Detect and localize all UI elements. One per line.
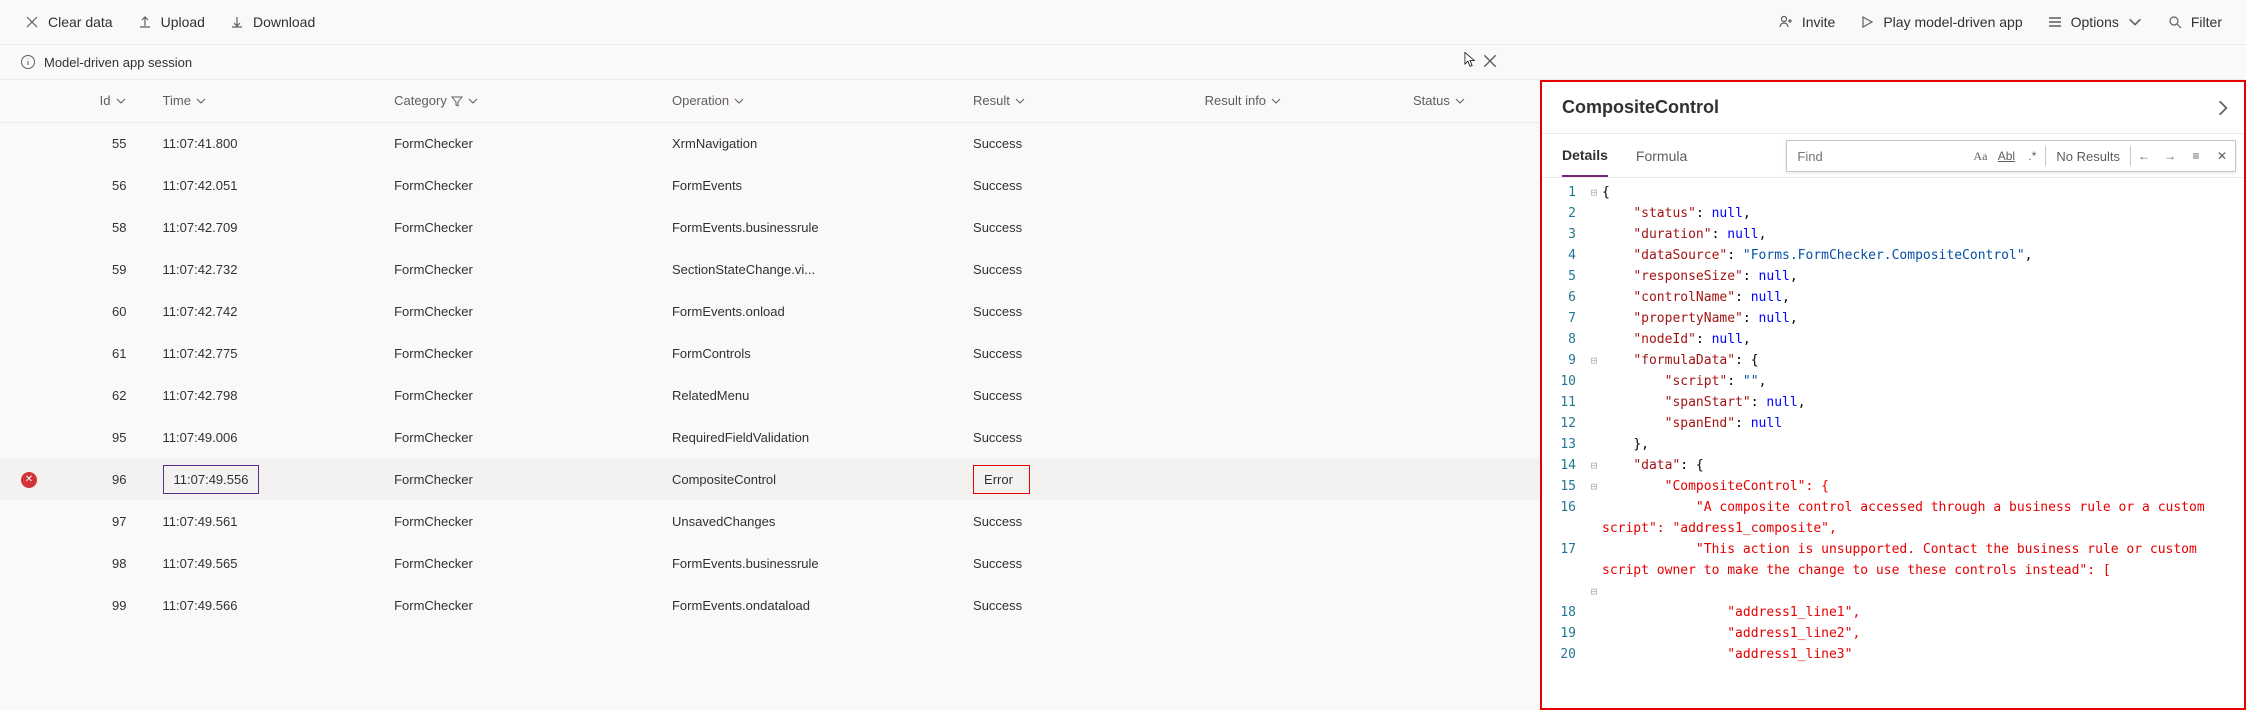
find-results: No Results bbox=[2046, 149, 2130, 164]
grid-header-row: Id Time Category Operation Result Result… bbox=[0, 80, 1540, 122]
chevron-down-icon bbox=[195, 95, 207, 107]
table-row[interactable]: 56 11:07:42.051 FormChecker FormEvents S… bbox=[0, 164, 1540, 206]
find-next-button[interactable]: → bbox=[2157, 141, 2183, 171]
upload-button[interactable]: Upload bbox=[137, 14, 205, 30]
table-row[interactable]: 62 11:07:42.798 FormChecker RelatedMenu … bbox=[0, 374, 1540, 416]
filter-button[interactable]: Filter bbox=[2167, 14, 2222, 30]
download-button[interactable]: Download bbox=[229, 14, 315, 30]
header-operation[interactable]: Operation bbox=[660, 80, 961, 122]
chevron-right-icon[interactable] bbox=[2214, 99, 2232, 117]
chevron-down-icon bbox=[2127, 14, 2143, 30]
options-button[interactable]: Options bbox=[2047, 14, 2143, 30]
whole-word-button[interactable]: Abl bbox=[1993, 141, 2019, 171]
table-row[interactable]: 61 11:07:42.775 FormChecker FormControls… bbox=[0, 332, 1540, 374]
download-label: Download bbox=[253, 14, 315, 30]
close-session-icon[interactable] bbox=[1482, 53, 1498, 69]
table-row[interactable]: 55 11:07:41.800 FormChecker XrmNavigatio… bbox=[0, 122, 1540, 164]
header-result[interactable]: Result bbox=[961, 80, 1193, 122]
upload-label: Upload bbox=[161, 14, 205, 30]
clear-data-button[interactable]: Clear data bbox=[24, 14, 113, 30]
download-icon bbox=[229, 14, 245, 30]
invite-label: Invite bbox=[1802, 14, 1835, 30]
play-button[interactable]: Play model-driven app bbox=[1859, 14, 2022, 30]
table-row[interactable]: 97 11:07:49.561 FormChecker UnsavedChang… bbox=[0, 500, 1540, 542]
header-result-info[interactable]: Result info bbox=[1193, 80, 1401, 122]
table-row[interactable]: 98 11:07:49.565 FormChecker FormEvents.b… bbox=[0, 542, 1540, 584]
person-add-icon bbox=[1778, 14, 1794, 30]
info-icon bbox=[20, 54, 36, 70]
find-input[interactable] bbox=[1787, 141, 1967, 171]
header-time[interactable]: Time bbox=[151, 80, 383, 122]
clear-data-label: Clear data bbox=[48, 14, 113, 30]
session-label: Model-driven app session bbox=[44, 55, 192, 70]
table-row[interactable]: 99 11:07:49.566 FormChecker FormEvents.o… bbox=[0, 584, 1540, 626]
table-row[interactable]: ✕ 96 11:07:49.556 FormChecker CompositeC… bbox=[0, 458, 1540, 500]
find-prev-button[interactable]: ← bbox=[2131, 141, 2157, 171]
details-pane: CompositeControl Details Formula Aa Abl … bbox=[1540, 80, 2246, 710]
list-icon bbox=[2047, 14, 2063, 30]
details-title: CompositeControl bbox=[1562, 97, 1719, 118]
search-icon bbox=[2167, 14, 2183, 30]
upload-icon bbox=[137, 14, 153, 30]
chevron-down-icon bbox=[467, 95, 479, 107]
chevron-down-icon bbox=[115, 95, 127, 107]
header-id[interactable]: Id bbox=[58, 80, 151, 122]
table-row[interactable]: 60 11:07:42.742 FormChecker FormEvents.o… bbox=[0, 290, 1540, 332]
header-category[interactable]: Category bbox=[382, 80, 660, 122]
match-case-button[interactable]: Aa bbox=[1967, 141, 1993, 171]
chevron-down-icon bbox=[1014, 95, 1026, 107]
table-row[interactable]: 95 11:07:49.006 FormChecker RequiredFiel… bbox=[0, 416, 1540, 458]
tab-formula[interactable]: Formula bbox=[1636, 136, 1687, 176]
header-status[interactable]: Status bbox=[1401, 80, 1540, 122]
chevron-down-icon bbox=[733, 95, 745, 107]
close-icon bbox=[24, 14, 40, 30]
session-bar: Model-driven app session bbox=[0, 44, 2246, 80]
chevron-down-icon bbox=[1454, 95, 1466, 107]
find-bar: Aa Abl .* No Results ← → ≡ ✕ bbox=[1786, 140, 2236, 172]
play-label: Play model-driven app bbox=[1883, 14, 2022, 30]
regex-button[interactable]: .* bbox=[2019, 141, 2045, 171]
cursor-icon bbox=[1462, 51, 1478, 67]
toolbar: Clear data Upload Download Invite Play m… bbox=[0, 0, 2246, 44]
filter-icon bbox=[451, 95, 463, 107]
options-label: Options bbox=[2071, 14, 2119, 30]
find-close-button[interactable]: ✕ bbox=[2209, 141, 2235, 171]
error-icon: ✕ bbox=[21, 472, 37, 488]
find-select-all-button[interactable]: ≡ bbox=[2183, 141, 2209, 171]
invite-button[interactable]: Invite bbox=[1778, 14, 1835, 30]
code-viewer[interactable]: 1⊟{2 "status": null,3 "duration": null,4… bbox=[1542, 178, 2244, 665]
chevron-down-icon bbox=[1270, 95, 1282, 107]
filter-label: Filter bbox=[2191, 14, 2222, 30]
event-grid: Id Time Category Operation Result Result… bbox=[0, 80, 1540, 710]
table-row[interactable]: 58 11:07:42.709 FormChecker FormEvents.b… bbox=[0, 206, 1540, 248]
tab-details[interactable]: Details bbox=[1562, 135, 1608, 177]
table-row[interactable]: 59 11:07:42.732 FormChecker SectionState… bbox=[0, 248, 1540, 290]
play-icon bbox=[1859, 14, 1875, 30]
